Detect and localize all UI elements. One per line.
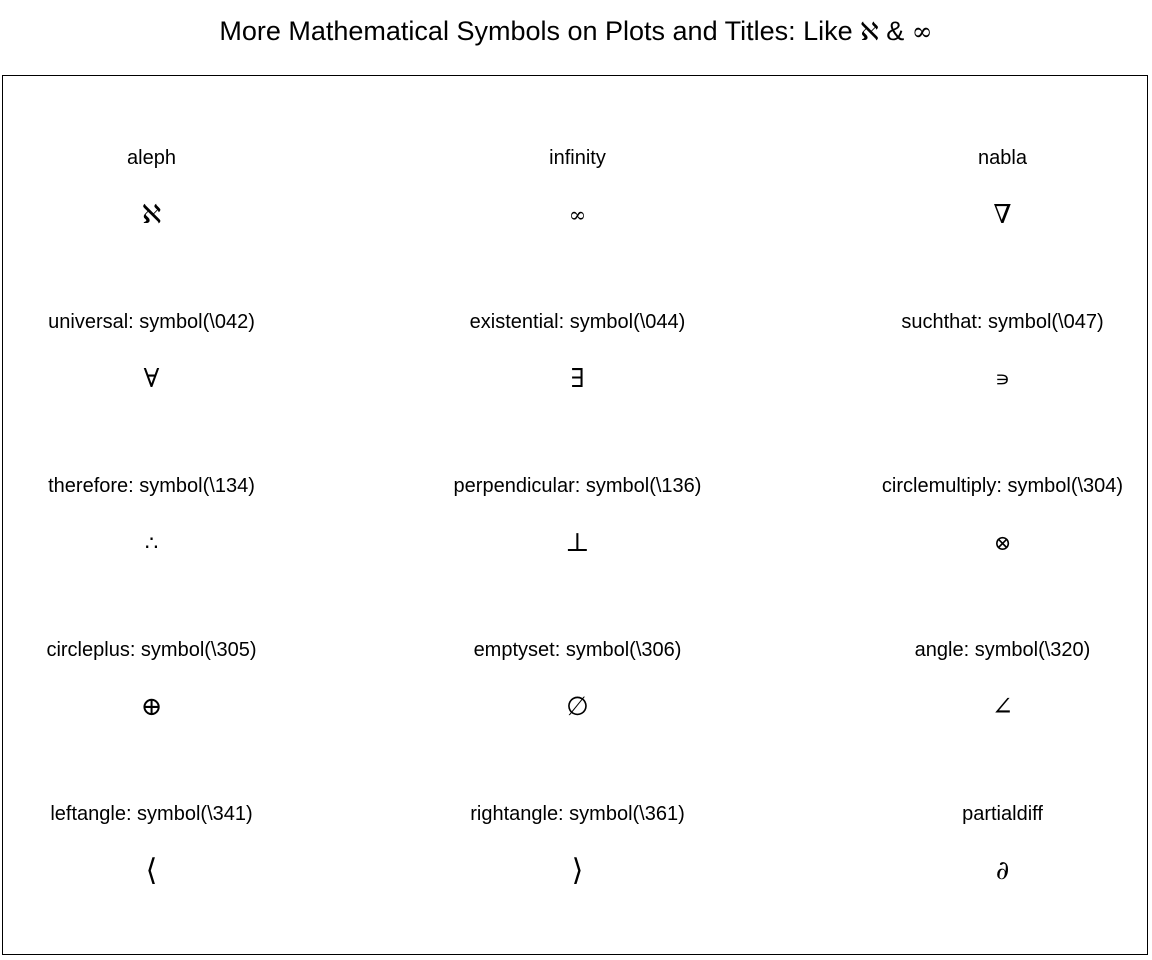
symbol-cell: aleph ℵ [3,146,300,229]
symbol-label: aleph [127,147,176,169]
title-math-glyph: ℵ [860,17,879,46]
symbol-glyph-aleph: ℵ [141,200,162,230]
symbol-cell: therefore: symbol(\134) ∴ [3,474,300,557]
symbol-label: infinity [549,147,606,169]
symbol-glyph-nabla: ∇ [993,200,1012,230]
symbol-label: angle: symbol(\320) [914,639,1091,661]
symbol-grid: aleph ℵ infinity ∞ nabla ∇ universal: sy… [3,76,1147,954]
symbol-glyph-leftangle: ⟨ [145,853,158,888]
symbol-label: suchthat: symbol(\047) [901,311,1104,333]
symbol-glyph-infinity: ∞ [568,203,587,227]
symbol-label: circleplus: symbol(\305) [46,639,257,661]
symbol-label: rightangle: symbol(\361) [470,803,685,825]
symbol-glyph-partialdiff: ∂ [995,856,1010,886]
symbol-glyph-circlemultiply: ⊗ [993,531,1012,555]
symbol-cell: rightangle: symbol(\361) ⟩ [429,802,726,888]
symbol-label: perpendicular: symbol(\136) [453,475,702,497]
symbol-cell: perpendicular: symbol(\136) ⊥ [429,474,726,557]
symbol-glyph-emptyset: ∅ [566,692,589,722]
symbol-cell: circleplus: symbol(\305) ⊕ [3,638,300,721]
title-math-glyph: ∞ [911,17,933,46]
symbol-cell: emptyset: symbol(\306) ∅ [429,638,726,721]
symbol-glyph-rightangle: ⟩ [571,853,584,888]
symbol-label: leftangle: symbol(\341) [50,803,253,825]
symbol-glyph-circleplus: ⊕ [140,692,163,722]
symbol-cell: circlemultiply: symbol(\304) ⊗ [854,474,1151,557]
page-title: More Mathematical Symbols on Plots and T… [219,16,933,46]
symbol-cell: nabla ∇ [854,146,1151,229]
symbol-cell: angle: symbol(\320) ∠ [854,638,1151,721]
symbol-glyph-existential: ∃ [570,364,585,394]
symbol-glyph-universal: ∀ [143,364,160,394]
symbol-label: circlemultiply: symbol(\304) [881,475,1124,497]
symbol-cell: suchthat: symbol(\047) ∍ [854,310,1151,393]
symbol-cell: existential: symbol(\044) ∃ [429,310,726,393]
symbol-label: nabla [978,147,1027,169]
symbol-cell: partialdiff ∂ [854,802,1151,885]
symbol-label: partialdiff [962,803,1043,825]
symbol-label: emptyset: symbol(\306) [473,639,682,661]
symbol-cell: leftangle: symbol(\341) ⟨ [3,802,300,888]
symbol-glyph-angle: ∠ [991,692,1014,722]
symbol-cell: universal: symbol(\042) ∀ [3,310,300,393]
symbol-label: therefore: symbol(\134) [48,475,255,497]
symbol-glyph-suchthat: ∍ [994,367,1011,391]
symbol-cell: infinity ∞ [429,146,726,229]
symbol-glyph-perpendicular: ⊥ [565,528,590,558]
symbol-glyph-therefore: ∴ [144,531,159,555]
plot-frame: aleph ℵ infinity ∞ nabla ∇ universal: sy… [2,75,1148,955]
plot-canvas: More Mathematical Symbols on Plots and T… [0,0,1152,960]
symbol-label: universal: symbol(\042) [48,311,255,333]
symbol-label: existential: symbol(\044) [469,311,686,333]
